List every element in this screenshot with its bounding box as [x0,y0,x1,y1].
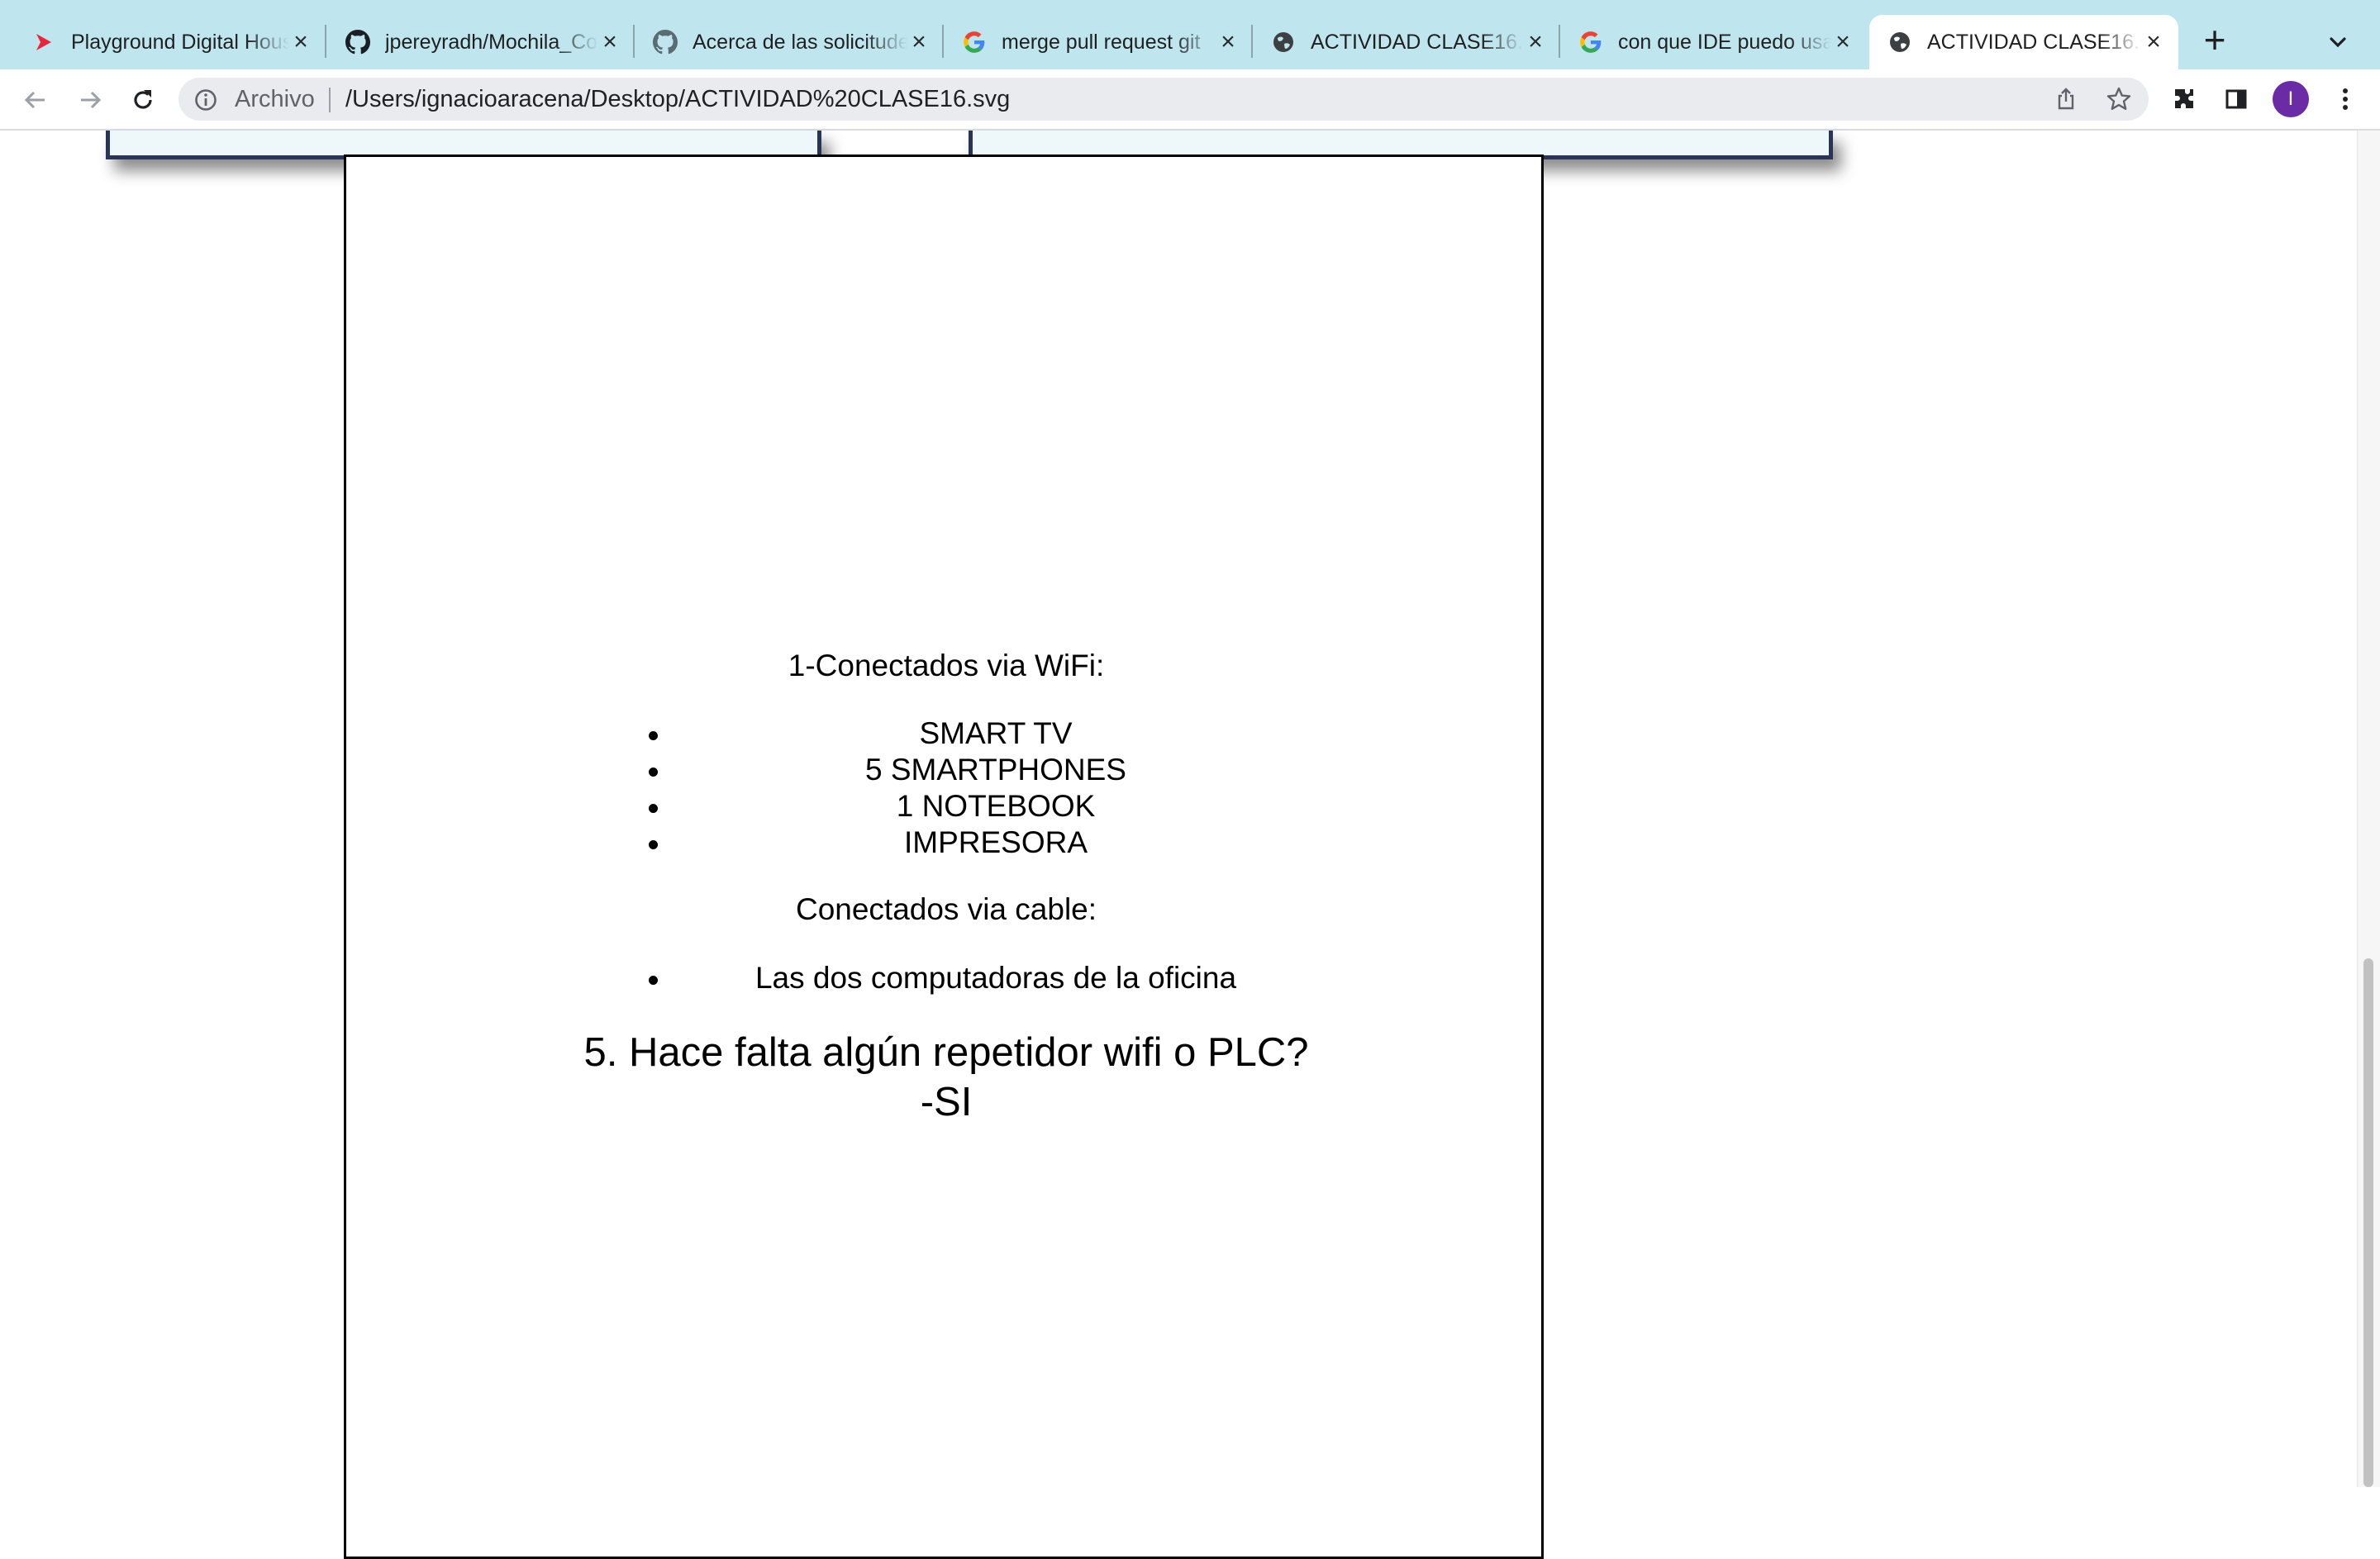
tab-playground[interactable]: Playground Digital House × [13,15,326,69]
tab-title: jpereyradh/Mochila_Comprimida [385,30,598,54]
forward-arrow-icon [81,91,102,109]
playground-icon [31,30,56,55]
list-item: 1 NOTEBOOK [346,788,1546,825]
scrollbar-thumb[interactable] [2363,958,2373,1487]
close-icon[interactable]: × [1831,28,1854,55]
cable-heading: Conectados via cable: [795,892,1097,926]
url-text[interactable]: /Users/ignacioaracena/Desktop/ACTIVIDAD%… [345,81,1010,117]
close-icon[interactable]: × [598,28,621,55]
tab-google-merge[interactable]: merge pull request git × [944,15,1253,69]
tab-actividad-1[interactable]: ACTIVIDAD CLASE16.svg × [1253,15,1560,69]
close-icon[interactable]: × [907,28,931,55]
tab-title: ACTIVIDAD CLASE16.svg [1927,30,2142,54]
tab-actividad-active[interactable]: ACTIVIDAD CLASE16.svg × [1869,15,2178,69]
back-arrow-icon [24,91,45,109]
tab-github-mochila[interactable]: jpereyradh/Mochila_Comprimida × [327,15,635,69]
extensions-icon[interactable] [2168,83,2202,116]
close-icon[interactable]: × [289,28,312,55]
profile-avatar[interactable]: I [2273,81,2309,117]
close-icon[interactable]: × [1524,28,1547,55]
tab-title: merge pull request git [1002,30,1201,54]
tab-github-solicitudes[interactable]: Acerca de las solicitudes × [635,15,944,69]
cable-device: Las dos computadoras de la oficina [754,961,1237,995]
github-icon [345,30,370,55]
question-text: 5. Hace falta algún repetidor wifi o PLC… [583,1030,1309,1075]
google-icon [962,30,987,55]
forward-button[interactable] [73,83,107,117]
info-icon[interactable] [193,88,218,112]
wifi-device: SMART TV [919,716,1073,750]
tab-title: Acerca de las solicitudes [693,30,907,54]
new-tab-button[interactable]: + [2197,21,2233,59]
tab-google-ide[interactable]: con que IDE puedo usar × [1560,15,1868,69]
wifi-heading: 1-Conectados via WiFi: [788,649,1105,682]
list-item: SMART TV [346,715,1546,752]
menu-kebab-icon[interactable] [2329,83,2362,116]
list-item: Las dos computadoras de la oficina [346,960,1546,996]
wifi-device: 5 SMARTPHONES [865,753,1126,787]
scheme-label: Archivo [235,86,315,112]
globe-icon [1887,30,1912,55]
address-divider [329,88,331,112]
list-item: IMPRESORA [346,825,1546,861]
tab-title: con que IDE puedo usar [1618,30,1831,54]
back-button[interactable] [18,83,53,117]
close-icon[interactable]: × [1216,28,1240,55]
list-item: 5 SMARTPHONES [346,752,1546,788]
tab-search-button[interactable] [2324,28,2352,56]
reload-button[interactable] [126,83,160,117]
globe-icon [1271,30,1296,55]
wifi-device: IMPRESORA [903,825,1088,859]
tab-title: Playground Digital House [71,30,289,54]
reload-icon [134,90,152,109]
tab-title: ACTIVIDAD CLASE16.svg [1311,30,1524,54]
chevron-down-icon [2330,37,2346,48]
close-icon[interactable]: × [2142,28,2165,55]
share-icon[interactable] [2051,84,2081,114]
github-icon [653,30,678,55]
bookmark-star-icon[interactable] [2104,84,2134,114]
google-icon [1578,30,1603,55]
wifi-device: 1 NOTEBOOK [896,789,1096,823]
tab-separator [325,25,326,58]
slide-frame: 1-Conectados via WiFi: SMART TV 5 SMARTP… [344,154,1544,1559]
side-panel-icon[interactable] [2220,83,2253,116]
answer-text: -SI [920,1080,973,1124]
